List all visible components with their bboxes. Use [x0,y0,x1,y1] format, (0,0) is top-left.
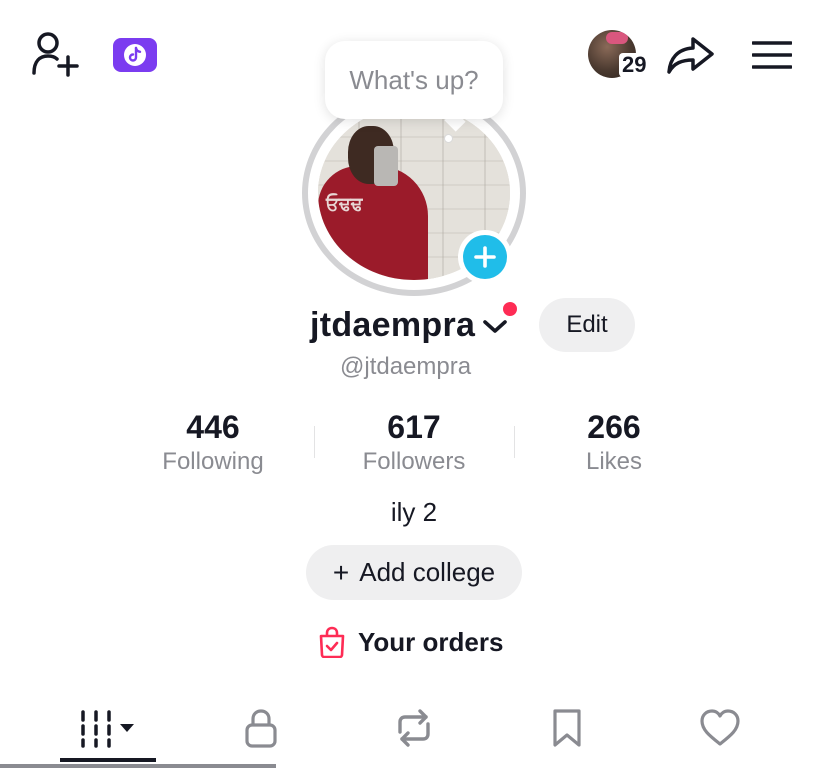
share-button[interactable] [665,33,717,77]
add-college-button[interactable]: + Add college [306,545,522,600]
user-handle: @jtdaempra [340,353,472,380]
stat-value: 266 [587,409,641,445]
repost-icon [398,709,430,747]
tab-videos[interactable] [47,698,167,758]
username[interactable]: jtdaempra [310,306,475,345]
plus-icon [474,246,496,268]
stat-label: Following [162,448,264,475]
stat-likes[interactable]: 266 Likes [524,408,704,478]
tab-reposts[interactable] [354,698,474,758]
stat-following[interactable]: 446 Following [123,408,303,478]
tab-liked[interactable] [660,698,780,758]
stat-label: Likes [585,448,643,475]
stat-followers[interactable]: 617 Followers [324,408,504,478]
add-college-label: Add college [359,557,496,587]
stat-value: 617 [387,409,441,445]
account-switch-button[interactable] [481,318,509,336]
your-orders-label: Your orders [358,626,504,657]
plus-icon: + [332,556,350,588]
tiktok-logo-icon [124,44,146,66]
your-orders-link[interactable]: Your orders [318,626,503,658]
tiktok-studio-button[interactable] [113,38,157,72]
heart-icon [700,709,740,746]
scroll-indicator [0,764,276,768]
tab-private[interactable] [201,698,321,758]
notification-dot [503,302,517,316]
chevron-down-icon [483,320,507,333]
bubble-dot [444,134,453,143]
edit-profile-button[interactable]: Edit [539,298,635,352]
person-plus-icon [32,32,79,77]
avatar-decoration [606,32,628,44]
hamburger-menu-icon [751,41,793,69]
story-count-badge: 29 [619,53,650,77]
tab-favorites[interactable] [507,698,627,758]
menu-button[interactable] [751,40,793,70]
add-story-button[interactable] [458,230,512,284]
share-arrow-icon [667,37,714,74]
stat-label: Followers [362,448,466,475]
stat-value: 446 [186,409,240,445]
stat-divider [514,426,515,458]
active-tab-indicator [60,758,156,762]
lock-icon [245,709,277,748]
add-friend-button[interactable] [30,30,82,78]
grid-bars-icon [81,710,134,748]
hoodie-print: ਓਢਢ [326,194,363,214]
profile-bio: ily 2 [390,497,438,527]
shopping-bag-icon [319,626,345,658]
status-bubble[interactable]: What's up? [325,41,503,119]
stat-divider [314,426,315,458]
bookmark-icon [553,709,581,747]
